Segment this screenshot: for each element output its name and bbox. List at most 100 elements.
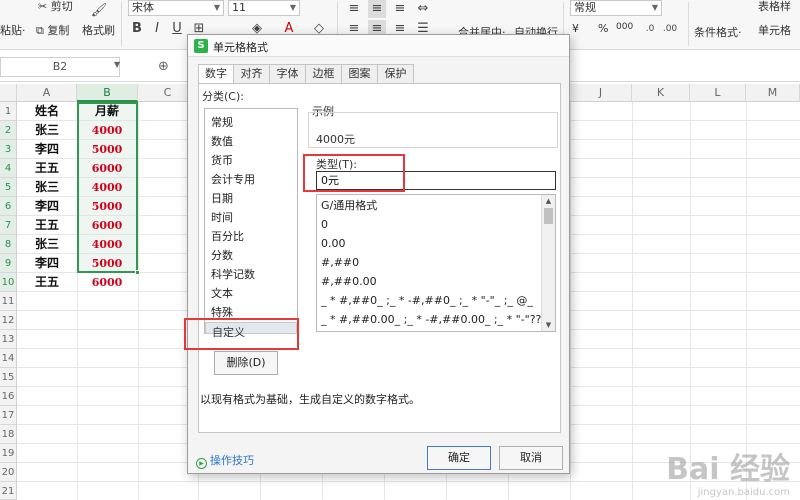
- column-header[interactable]: L: [690, 84, 746, 102]
- row-header[interactable]: 18: [0, 425, 17, 444]
- category-item[interactable]: 时间: [205, 208, 297, 227]
- column-header[interactable]: M: [746, 84, 800, 102]
- italic-button[interactable]: I: [148, 20, 166, 38]
- align-middle-icon[interactable]: ≡: [368, 0, 386, 18]
- salary-cell[interactable]: 4000: [77, 121, 137, 140]
- align-bottom-icon[interactable]: ≡: [391, 0, 409, 18]
- scroll-up-icon[interactable]: ▲: [542, 195, 555, 207]
- row-header[interactable]: 6: [0, 197, 17, 216]
- name-cell[interactable]: 张三: [17, 121, 77, 140]
- name-cell[interactable]: 王五: [17, 273, 77, 292]
- category-item[interactable]: 货币: [205, 151, 297, 170]
- row-header[interactable]: 16: [0, 387, 17, 406]
- row-header[interactable]: 20: [0, 463, 17, 482]
- orientation-icon[interactable]: ⇔: [414, 0, 432, 18]
- format-list-scrollbar[interactable]: ▲ ▼: [541, 195, 555, 331]
- row-header[interactable]: 1: [0, 102, 17, 121]
- salary-cell[interactable]: 5000: [77, 140, 137, 159]
- font-size-select[interactable]: 11 ▼: [228, 0, 300, 16]
- salary-cell[interactable]: 5000: [77, 254, 137, 273]
- select-all-corner[interactable]: [0, 84, 17, 102]
- currency-button[interactable]: ¥: [572, 22, 579, 35]
- name-cell[interactable]: 王五: [17, 159, 77, 178]
- row-header[interactable]: 12: [0, 311, 17, 330]
- column-header[interactable]: A: [17, 84, 77, 102]
- column-header[interactable]: J: [570, 84, 632, 102]
- salary-cell[interactable]: 6000: [77, 273, 137, 292]
- bold-button[interactable]: B: [128, 20, 146, 38]
- name-cell[interactable]: 李四: [17, 140, 77, 159]
- row-header[interactable]: 8: [0, 235, 17, 254]
- tab-pattern[interactable]: 图案: [341, 64, 378, 84]
- decrease-decimal-icon[interactable]: .00: [661, 20, 679, 38]
- row-header[interactable]: 9: [0, 254, 17, 273]
- increase-decimal-icon[interactable]: .0: [641, 20, 659, 38]
- format-item[interactable]: _ * #,##0_ ;_ * -#,##0_ ;_ * "-"_ ;_ @_: [319, 291, 543, 310]
- salary-cell[interactable]: 6000: [77, 159, 137, 178]
- cell-a1[interactable]: 姓名: [17, 102, 77, 121]
- number-format-select[interactable]: 常规 ▼: [570, 0, 662, 16]
- paste-button[interactable]: 粘贴·: [0, 22, 26, 38]
- cut-button[interactable]: ✂ 剪切: [38, 0, 73, 14]
- cell-style-button[interactable]: 单元格: [758, 22, 791, 38]
- align-top-icon[interactable]: ≡: [345, 0, 363, 18]
- row-header[interactable]: 14: [0, 349, 17, 368]
- name-cell[interactable]: 王五: [17, 216, 77, 235]
- format-item[interactable]: 0.00: [319, 234, 543, 253]
- conditional-format-button[interactable]: 条件格式·: [694, 24, 742, 40]
- category-list[interactable]: 常规 数值 货币 会计专用 日期 时间 百分比 分数 科学记数 文本 特殊: [204, 108, 298, 334]
- format-item[interactable]: _ * #,##0.00_ ;_ * -#,##0.00_ ;_ * "-"??…: [319, 310, 543, 329]
- row-header[interactable]: 17: [0, 406, 17, 425]
- category-item[interactable]: 会计专用: [205, 170, 297, 189]
- copy-button[interactable]: ⧉ 复制: [36, 22, 69, 38]
- underline-button[interactable]: U: [168, 20, 186, 38]
- dialog-title-bar[interactable]: S 单元格格式: [188, 35, 569, 57]
- row-header[interactable]: 5: [0, 178, 17, 197]
- format-item[interactable]: G/通用格式: [319, 196, 543, 215]
- row-header[interactable]: 4: [0, 159, 17, 178]
- row-header[interactable]: 19: [0, 444, 17, 463]
- scrollbar-thumb[interactable]: [544, 208, 553, 224]
- salary-cell[interactable]: 5000: [77, 197, 137, 216]
- salary-cell[interactable]: 6000: [77, 216, 137, 235]
- salary-cell[interactable]: 4000: [77, 178, 137, 197]
- format-list[interactable]: G/通用格式 0 0.00 #,##0 #,##0.00 _ * #,##0_ …: [316, 194, 556, 332]
- format-item[interactable]: #,##0.00: [319, 272, 543, 291]
- row-header[interactable]: 13: [0, 330, 17, 349]
- row-header[interactable]: 10: [0, 273, 17, 292]
- name-cell[interactable]: 张三: [17, 235, 77, 254]
- tab-number[interactable]: 数字: [198, 64, 234, 85]
- row-header[interactable]: 2: [0, 121, 17, 140]
- thousands-button[interactable]: 000: [616, 22, 633, 32]
- tab-font[interactable]: 字体: [269, 64, 306, 84]
- row-header[interactable]: 7: [0, 216, 17, 235]
- category-item[interactable]: 分数: [205, 246, 297, 265]
- format-painter-button[interactable]: 格式刷: [82, 22, 115, 38]
- table-style-button[interactable]: 表格样: [758, 0, 791, 14]
- name-box[interactable]: B2: [0, 57, 120, 77]
- tips-link[interactable]: ▶ 操作技巧: [196, 452, 254, 469]
- column-header[interactable]: K: [632, 84, 690, 102]
- category-item[interactable]: 百分比: [205, 227, 297, 246]
- salary-cell[interactable]: 4000: [77, 235, 137, 254]
- category-item[interactable]: 常规: [205, 113, 297, 132]
- scroll-down-icon[interactable]: ▼: [542, 319, 555, 331]
- cancel-button[interactable]: 取消: [499, 446, 563, 470]
- tab-alignment[interactable]: 对齐: [233, 64, 270, 84]
- format-item[interactable]: 0: [319, 215, 543, 234]
- category-item[interactable]: 数值: [205, 132, 297, 151]
- font-name-select[interactable]: 宋体 ▼: [128, 0, 224, 16]
- row-header[interactable]: 3: [0, 140, 17, 159]
- chevron-down-icon[interactable]: ▼: [114, 60, 120, 69]
- name-cell[interactable]: 张三: [17, 178, 77, 197]
- cell-b1[interactable]: 月薪: [77, 102, 137, 121]
- category-item[interactable]: 文本: [205, 284, 297, 303]
- name-cell[interactable]: 李四: [17, 197, 77, 216]
- format-item[interactable]: #,##0: [319, 253, 543, 272]
- tab-border[interactable]: 边框: [305, 64, 342, 84]
- row-header[interactable]: 21: [0, 482, 17, 500]
- category-item[interactable]: 科学记数: [205, 265, 297, 284]
- ok-button[interactable]: 确定: [427, 446, 491, 470]
- category-item[interactable]: 日期: [205, 189, 297, 208]
- zoom-icon[interactable]: ⊕: [158, 59, 169, 74]
